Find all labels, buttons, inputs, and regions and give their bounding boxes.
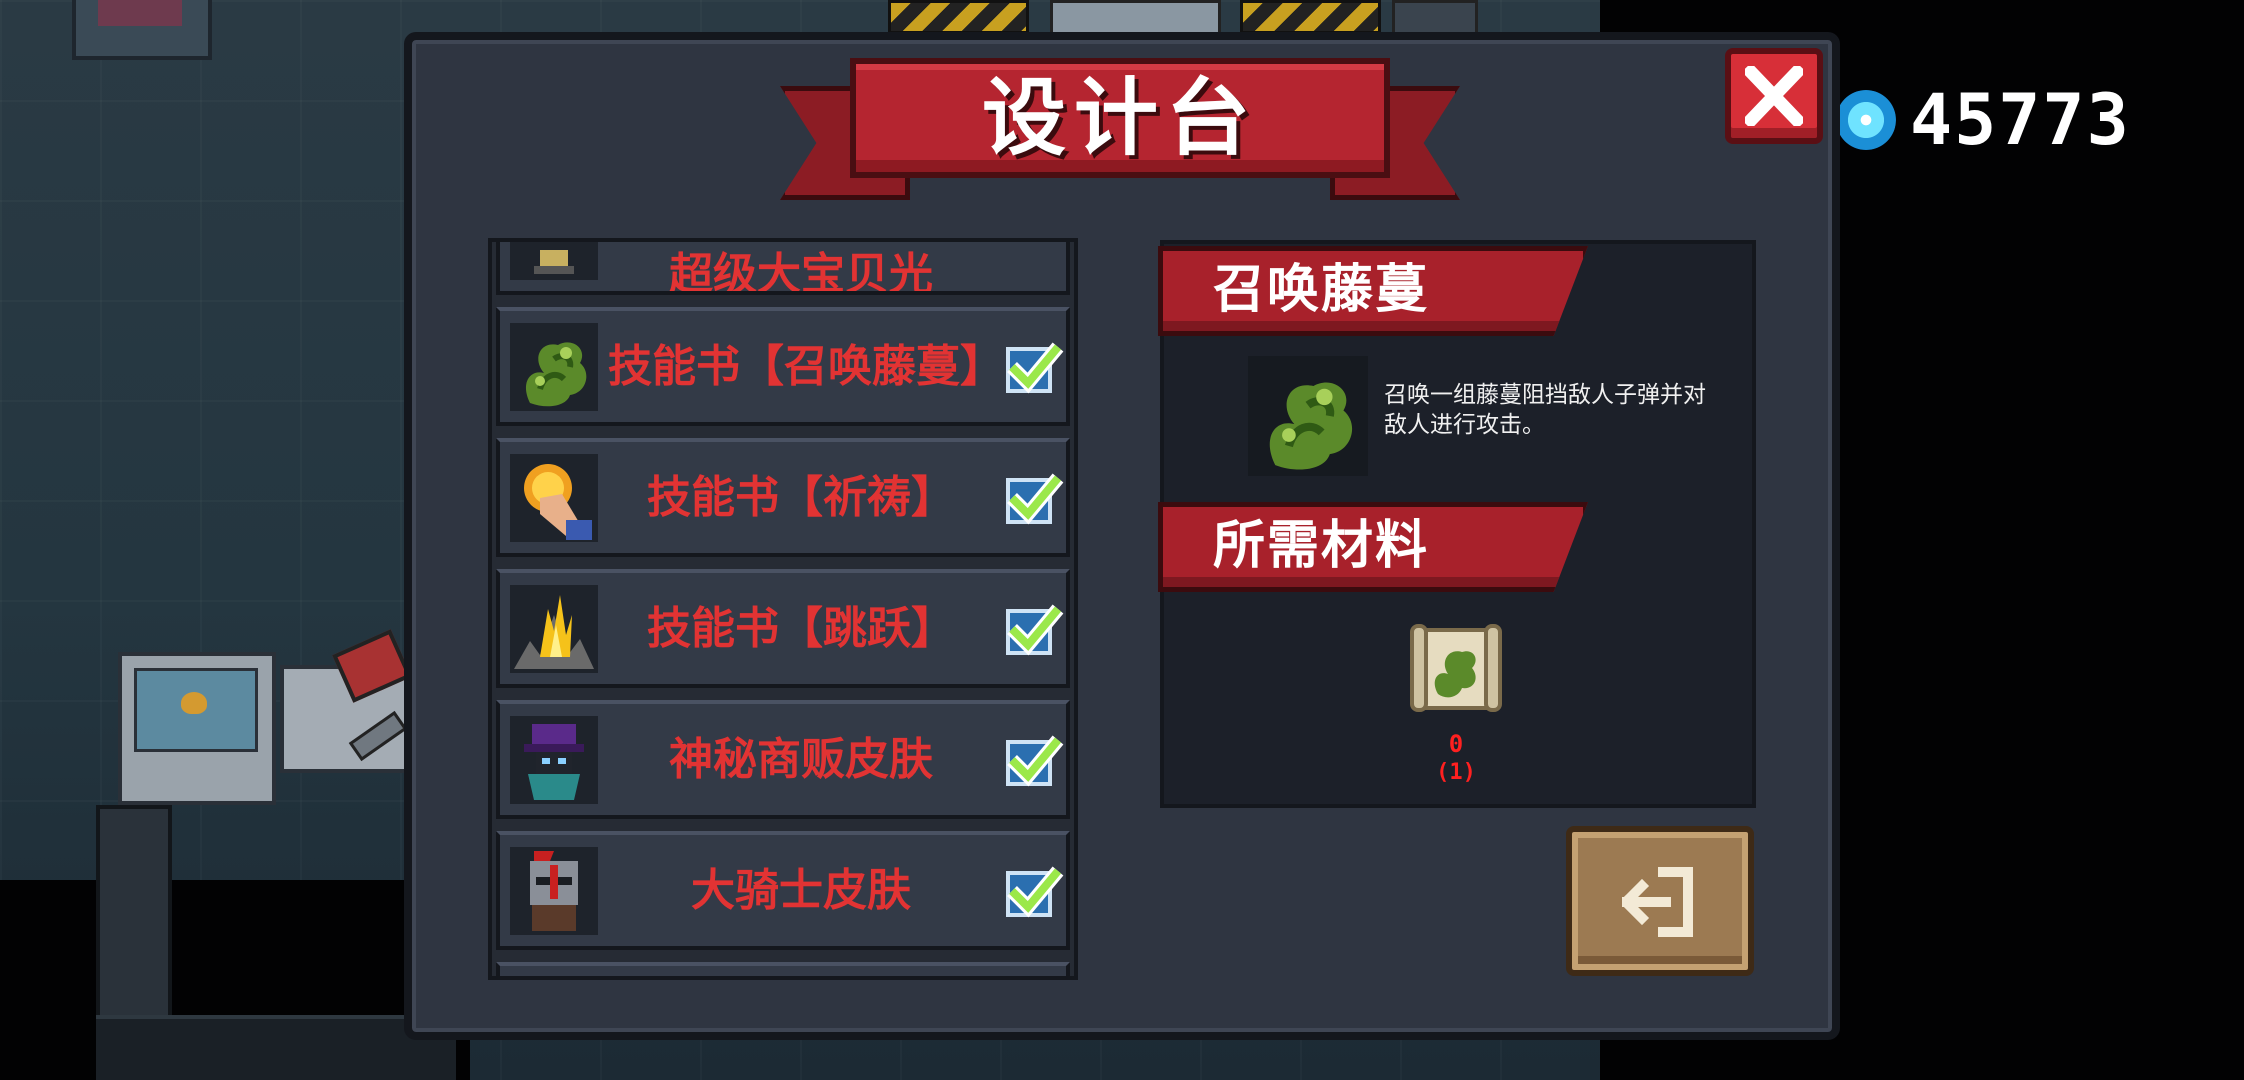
close-button[interactable] — [1725, 48, 1823, 144]
praying-hand-icon — [510, 454, 598, 542]
close-x-icon — [1745, 66, 1803, 126]
check-icon — [1007, 473, 1064, 525]
list-item-mystery-merchant-skin[interactable]: 神秘商贩皮肤 — [496, 700, 1070, 819]
vine-monster-icon — [1248, 356, 1368, 476]
hazard-stripe — [1240, 0, 1381, 34]
item-name-banner: 召唤藤蔓 — [1158, 246, 1588, 336]
blueprint-list[interactable]: 超级大宝贝光 技能书【召唤藤蔓】 技能书【祈祷】 技能书【跳跃】 神秘商贩皮肤 … — [488, 238, 1078, 980]
item-icon — [510, 242, 598, 280]
ceiling-panel — [1050, 0, 1221, 36]
check-icon — [1007, 342, 1064, 394]
item-label: 技能书【跳跃】 — [647, 603, 955, 654]
check-icon — [1007, 604, 1064, 656]
title-plate: 设计台 — [850, 58, 1390, 178]
item-label: 技能书【祈祷】 — [647, 472, 955, 523]
vine-monster-icon — [510, 323, 598, 411]
list-item-summon-vines[interactable]: 技能书【召唤藤蔓】 — [496, 307, 1070, 426]
checkbox[interactable] — [1006, 342, 1064, 394]
item-label: 大骑士皮肤 — [691, 865, 911, 916]
detail-item-name: 召唤藤蔓 — [1213, 260, 1430, 320]
detail-description: 召唤一组藤蔓阻挡敌人子弹并对敌人进行攻击。 — [1384, 382, 1706, 438]
wall-machine — [72, 0, 212, 60]
checkbox[interactable] — [1006, 604, 1064, 656]
gem-count: 45773 — [1910, 79, 2131, 161]
grand-knight-icon — [510, 847, 598, 935]
materials-heading: 所需材料 — [1213, 516, 1430, 576]
ceiling-panel — [1392, 0, 1478, 36]
materials-banner: 所需材料 — [1158, 502, 1588, 592]
list-item-jump[interactable]: 技能书【跳跃】 — [496, 569, 1070, 688]
exit-button[interactable] — [1566, 826, 1754, 976]
material-required-count: (1) — [1436, 760, 1476, 785]
stone-ledge — [96, 1015, 456, 1080]
rubber-duck-icon — [181, 692, 207, 714]
dialog-title: 设计台 — [981, 69, 1258, 167]
list-item-prayer[interactable]: 技能书【祈祷】 — [496, 438, 1070, 557]
jump-blast-icon — [510, 585, 598, 673]
list-item[interactable]: 超级大宝贝光 — [496, 242, 1070, 295]
check-icon — [1007, 866, 1064, 918]
list-item[interactable] — [496, 962, 1070, 980]
checkbox[interactable] — [1006, 473, 1064, 525]
item-label: 超级大宝贝光 — [669, 249, 933, 291]
blue-gem-icon — [1836, 90, 1896, 150]
title-ribbon: 设计台 — [780, 58, 1460, 208]
item-icon — [510, 978, 598, 980]
item-label: 神秘商贩皮肤 — [669, 734, 933, 785]
checkbox[interactable] — [1006, 735, 1064, 787]
list-item-grand-knight-skin[interactable]: 大骑士皮肤 — [496, 831, 1070, 950]
aquarium-desk — [118, 652, 276, 805]
mystery-merchant-icon — [510, 716, 598, 804]
item-label: 技能书【召唤藤蔓】 — [608, 341, 994, 392]
hazard-stripe — [888, 0, 1029, 34]
checkbox[interactable] — [1006, 866, 1064, 918]
exit-door-icon — [1622, 867, 1693, 937]
vine-scroll-icon — [1406, 622, 1506, 718]
check-icon — [1007, 735, 1064, 787]
material-owned-count: 0 — [1448, 730, 1464, 758]
